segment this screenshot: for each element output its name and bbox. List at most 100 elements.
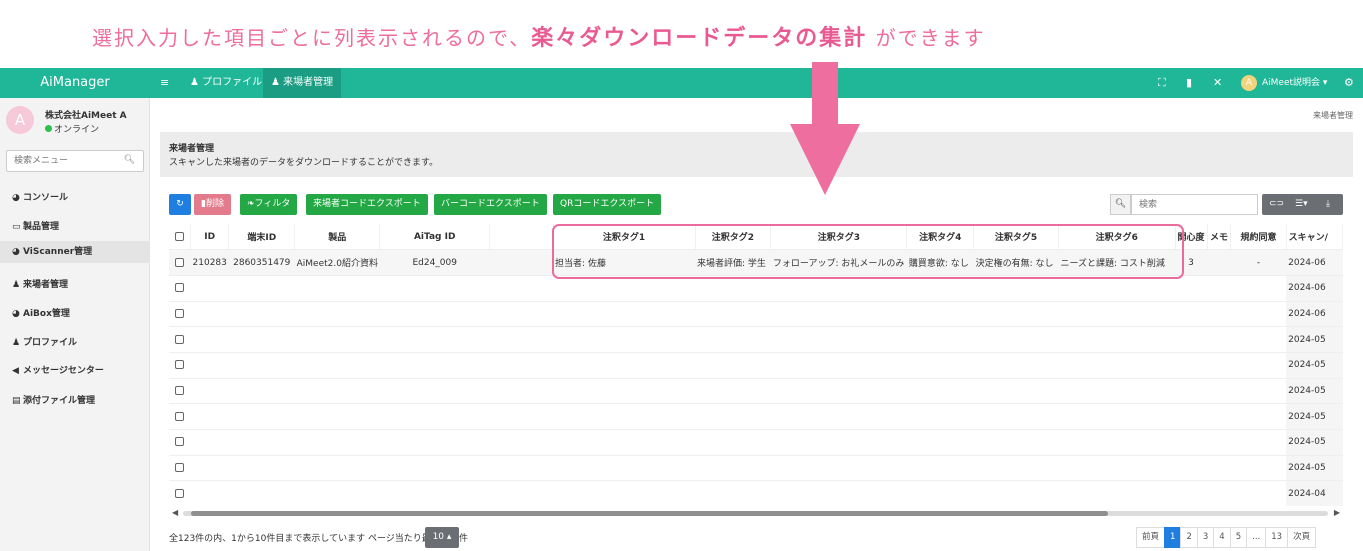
page-button[interactable]: 5 (1229, 527, 1248, 548)
table-row[interactable]: 2024-06 (169, 301, 1343, 328)
col-aitag-id[interactable]: AiTag ID (379, 224, 490, 251)
next-page-button[interactable]: 次頁 (1287, 527, 1317, 548)
select-all-checkbox[interactable] (169, 224, 192, 251)
sidebar-item-aibox[interactable]: ◕ AiBox管理 (12, 306, 70, 319)
search-icon[interactable]: 🔍︎ (124, 155, 135, 165)
cell-consent (1230, 352, 1287, 379)
search-icon[interactable]: 🔍︎ (1110, 194, 1131, 215)
refresh-button[interactable]: ↻ (169, 194, 191, 215)
trash-icon[interactable]: ▮ (1186, 68, 1192, 98)
cell-tag5 (973, 275, 1059, 302)
page-button[interactable]: 4 (1213, 527, 1231, 548)
menu-toggle-icon[interactable]: ≡ (160, 68, 169, 98)
col-id[interactable]: ID (190, 224, 230, 251)
pagination-summary: 全123件の内、1から10件目まで表示しています ページ当たり最大 (169, 534, 440, 544)
col-device-id[interactable]: 端末ID (228, 224, 296, 251)
export-visitor-code-button[interactable]: 来場者コードエクスポート (306, 194, 428, 215)
table-search-input[interactable] (1132, 195, 1252, 214)
row-checkbox[interactable] (169, 378, 191, 405)
cell-tag4 (906, 275, 974, 302)
horizontal-scrollbar[interactable]: ◀ ▶ (169, 508, 1343, 518)
menu-search-input[interactable] (7, 151, 117, 171)
col-scan[interactable]: スキャン/ (1286, 224, 1343, 251)
row-checkbox[interactable] (169, 455, 191, 482)
col-memo[interactable]: メモ (1207, 224, 1232, 251)
row-checkbox[interactable] (169, 275, 191, 302)
row-checkbox[interactable] (169, 352, 191, 379)
banner-prefix: 選択入力した項目ごとに列表示されるので、 (92, 26, 532, 50)
row-checkbox[interactable] (169, 301, 191, 328)
col-product[interactable]: 製品 (294, 224, 381, 251)
page-button[interactable]: 3 (1196, 527, 1215, 548)
sidebar-item-attachments[interactable]: ▤ 添付ファイル管理 (12, 393, 95, 406)
cell-consent (1230, 301, 1287, 328)
export-barcode-button[interactable]: バーコードエクスポート (434, 194, 547, 215)
export-qr-button[interactable]: QRコードエクスポート (553, 194, 662, 215)
screenshot-icon[interactable]: ⛶ (1158, 68, 1166, 98)
scroll-right-icon[interactable]: ▶ (1334, 508, 1340, 517)
cell-tag1 (553, 275, 696, 302)
table-row[interactable]: 2024-05 (169, 429, 1343, 456)
toggle-icon[interactable]: ⊂⊃ (1269, 194, 1284, 215)
cell-tag4 (906, 403, 974, 430)
prev-page-button[interactable]: 前頁 (1136, 527, 1166, 548)
cell-tag5 (973, 480, 1059, 506)
scroll-thumb[interactable] (191, 511, 1108, 516)
page-ellipsis: ... (1246, 527, 1267, 548)
refresh-icon: ↻ (176, 199, 184, 209)
page-button[interactable]: 13 (1265, 527, 1289, 548)
sidebar-item-viscanner[interactable]: ◕ ViScanner管理 (0, 241, 150, 263)
row-checkbox[interactable] (169, 403, 191, 430)
col-consent[interactable]: 規約同意 (1230, 224, 1287, 251)
columns-icon[interactable]: ☰▾ (1295, 194, 1308, 215)
cell-device (228, 301, 295, 328)
row-checkbox[interactable] (169, 249, 191, 276)
table-row[interactable]: 2024-05 (169, 352, 1343, 379)
table-row[interactable]: 2024-05 (169, 403, 1343, 430)
cell-blank (489, 480, 554, 506)
row-checkbox[interactable] (169, 429, 191, 456)
page-button[interactable]: 2 (1180, 527, 1198, 548)
sidebar-item-label: プロファイル (23, 338, 78, 348)
cell-id (190, 301, 229, 328)
cell-id (190, 378, 229, 405)
cell-tag2 (695, 455, 771, 482)
cell-tag3 (770, 326, 907, 353)
sidebar-item-console[interactable]: ◕ コンソール (12, 190, 68, 203)
expand-icon[interactable]: ✕ (1213, 68, 1222, 98)
sidebar-item-visitors[interactable]: ♟ 来場者管理 (12, 277, 68, 290)
table-row[interactable]: 2024-05 (169, 326, 1343, 353)
online-dot-icon (45, 125, 52, 132)
nav-visitor-management[interactable]: ♟ 来場者管理 (263, 68, 342, 98)
row-checkbox[interactable] (169, 326, 191, 353)
page-button[interactable]: 1 (1164, 527, 1182, 548)
filter-button[interactable]: ❧フィルタ (240, 194, 298, 215)
table-row[interactable]: 2024-05 (169, 378, 1343, 405)
brand-logo[interactable]: AiManager (0, 68, 150, 98)
sidebar-item-messages[interactable]: ◀ メッセージセンター (12, 363, 104, 376)
banner-emphasis: 楽々ダウンロードデータの集計 (531, 26, 868, 51)
cell-memo (1207, 480, 1231, 506)
cell-consent (1230, 326, 1287, 353)
settings-icon[interactable]: ⚙ (1344, 68, 1354, 98)
per-page-select[interactable]: 10 ▴ (425, 527, 459, 548)
cell-tag6 (1058, 403, 1175, 430)
nav-profile[interactable]: ♟ プロファイル (182, 68, 270, 98)
table-row[interactable]: 2024-06 (169, 275, 1343, 302)
scroll-left-icon[interactable]: ◀ (172, 508, 178, 517)
cell-tag5 (973, 326, 1059, 353)
delete-button[interactable]: ▮削除 (194, 194, 231, 215)
cell-consent (1230, 275, 1287, 302)
table-row[interactable]: 2024-05 (169, 455, 1343, 482)
sidebar-item-profile[interactable]: ♟ プロファイル (12, 335, 77, 348)
sidebar-item-products[interactable]: ▭ 製品管理 (12, 219, 59, 232)
user-menu[interactable]: A AiMeet説明会 ▾ (1241, 68, 1327, 98)
delete-label: 削除 (205, 199, 224, 209)
cell-aitag (379, 352, 490, 379)
banner-text: 選択入力した項目ごとに列表示されるので、楽々ダウンロードデータの集計 ができます (92, 20, 986, 52)
banner: 選択入力した項目ごとに列表示されるので、楽々ダウンロードデータの集計 ができます (0, 0, 1363, 68)
download-icon[interactable]: ⤓ (1326, 194, 1330, 215)
table-row[interactable]: 2024-04 (169, 480, 1343, 506)
row-checkbox[interactable] (169, 480, 191, 506)
cell-blank (489, 301, 554, 328)
